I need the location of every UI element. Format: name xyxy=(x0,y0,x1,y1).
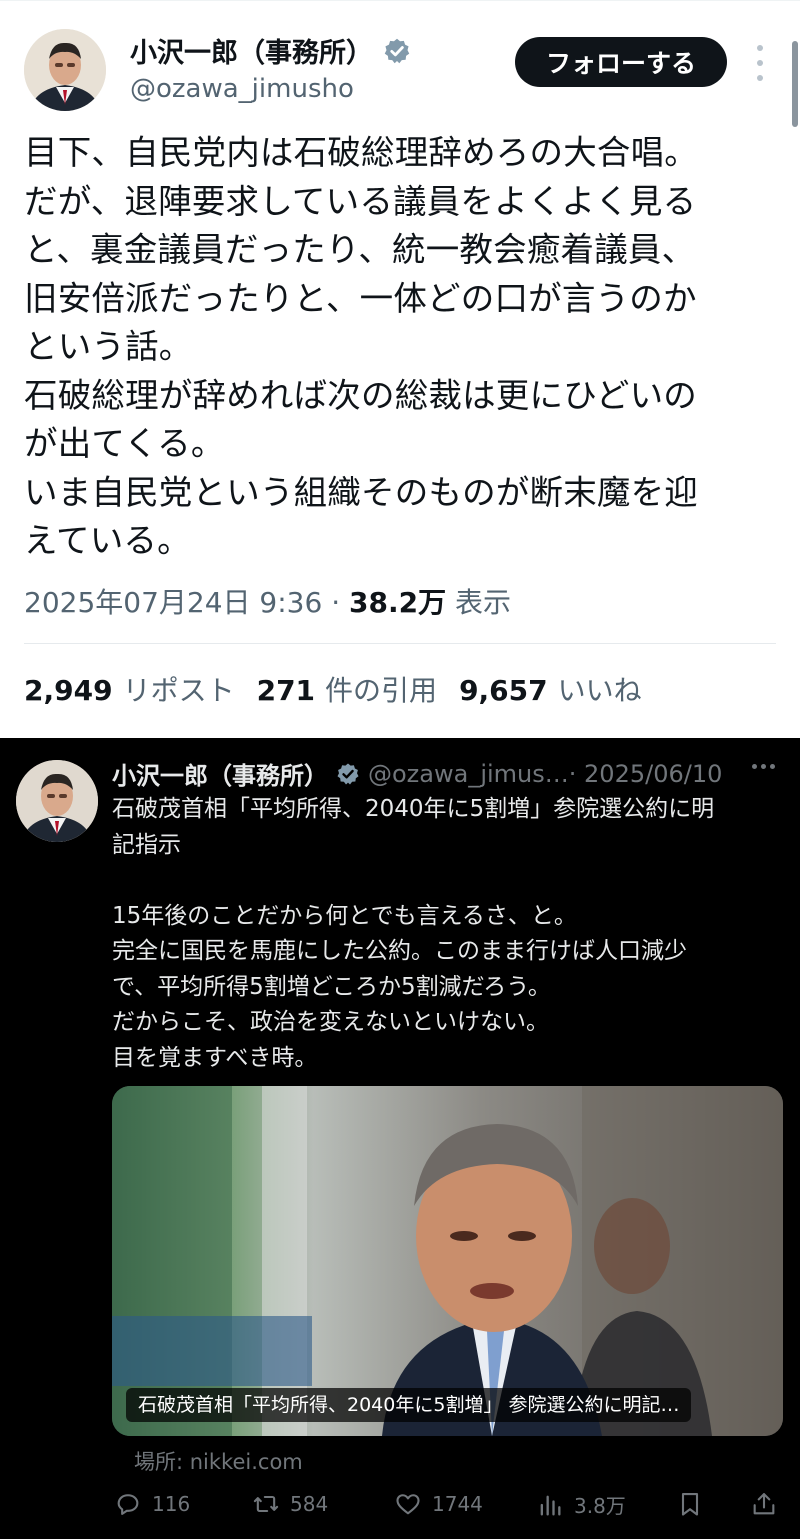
quoted-date[interactable]: · 2025/06/10 xyxy=(569,760,723,788)
quoted-text: 石破茂首相「平均所得、2040年に5割増」参院選公約に明 記指示 15年後のこと… xyxy=(112,796,715,1071)
repost-count: 584 xyxy=(290,1492,329,1516)
like-icon xyxy=(396,1494,420,1515)
reposts-stat[interactable]: 2,949 リポスト xyxy=(24,669,235,709)
quoted-author-name[interactable]: 小沢一郎（事務所） xyxy=(112,756,328,791)
link-card[interactable]: 石破茂首相「平均所得、2040年に5割増」 参院選公約に明記… xyxy=(112,1086,783,1436)
bookmark-icon xyxy=(681,1493,699,1516)
like-action[interactable]: 1744 xyxy=(394,1490,483,1518)
tweet-text: 目下、自民党内は石破総理辞めろの大合唱。 だが、退陣要求している議員をよくよく見… xyxy=(24,133,698,560)
news-photo xyxy=(112,1086,783,1436)
divider xyxy=(24,643,776,644)
views-label: 表示 xyxy=(446,586,511,619)
repost-icon xyxy=(253,1495,279,1513)
card-source[interactable]: 場所: nikkei.com xyxy=(134,1446,303,1476)
more-icon[interactable] xyxy=(748,45,772,81)
scrollbar-thumb[interactable] xyxy=(792,41,798,127)
follow-button[interactable]: フォローする xyxy=(515,37,727,87)
author-block[interactable]: 小沢一郎（事務所） @ozawa_jimusho xyxy=(130,31,411,104)
likes-count: 9,657 xyxy=(459,674,548,707)
likes-stat[interactable]: 9,657 いいね xyxy=(459,669,642,709)
views-count: 38.2万 xyxy=(349,586,447,619)
views-action[interactable]: 3.8万 xyxy=(536,1490,626,1519)
author-name-row: 小沢一郎（事務所） xyxy=(130,31,411,70)
share-icon xyxy=(753,1493,775,1515)
main-tweet: 小沢一郎（事務所） @ozawa_jimusho フォローする 目下、自民党内は… xyxy=(0,0,800,738)
quotes-stat[interactable]: 271 件の引用 xyxy=(257,669,437,709)
reply-count: 116 xyxy=(152,1492,191,1516)
tweet-meta: 2025年07月24日 9:36 · 38.2万 表示 xyxy=(24,581,511,621)
repost-action[interactable]: 584 xyxy=(252,1490,328,1518)
likes-label: いいね xyxy=(557,674,642,707)
engagement-stats: 2,949 リポスト 271 件の引用 9,657 いいね xyxy=(24,669,642,709)
card-caption: 石破茂首相「平均所得、2040年に5割増」 参院選公約に明記… xyxy=(126,1388,692,1422)
reposts-label: リポスト xyxy=(122,674,235,707)
author-avatar[interactable] xyxy=(24,29,106,111)
author-name: 小沢一郎（事務所） xyxy=(130,38,373,69)
meta-separator: · xyxy=(322,586,349,619)
reply-icon xyxy=(117,1494,139,1515)
verified-badge-icon xyxy=(384,38,410,63)
reply-action[interactable]: 116 xyxy=(114,1490,190,1518)
quoted-tweet[interactable]: 小沢一郎（事務所） @ozawa_jimus… · 2025/06/10 石破茂… xyxy=(0,738,800,1539)
quoted-action-bar: 116 584 1744 3.8万 xyxy=(112,1490,788,1524)
quoted-more-icon[interactable] xyxy=(752,764,775,769)
verified-badge-icon xyxy=(337,763,359,784)
quoted-author-handle: @ozawa_jimus… xyxy=(368,759,569,788)
bookmark-action[interactable] xyxy=(676,1490,704,1518)
reposts-count: 2,949 xyxy=(24,674,113,707)
quoted-header: 小沢一郎（事務所） @ozawa_jimus… · 2025/06/10 xyxy=(112,756,792,791)
tweet-timestamp[interactable]: 2025年07月24日 9:36 xyxy=(24,586,322,619)
quotes-label: 件の引用 xyxy=(325,674,438,707)
quotes-count: 271 xyxy=(256,674,316,707)
views-count-small: 3.8万 xyxy=(574,1494,626,1518)
share-action[interactable] xyxy=(750,1490,778,1518)
like-count: 1744 xyxy=(432,1492,483,1516)
views-icon xyxy=(540,1495,561,1515)
quoted-author-avatar[interactable] xyxy=(16,760,98,842)
author-handle: @ozawa_jimusho xyxy=(130,74,354,104)
